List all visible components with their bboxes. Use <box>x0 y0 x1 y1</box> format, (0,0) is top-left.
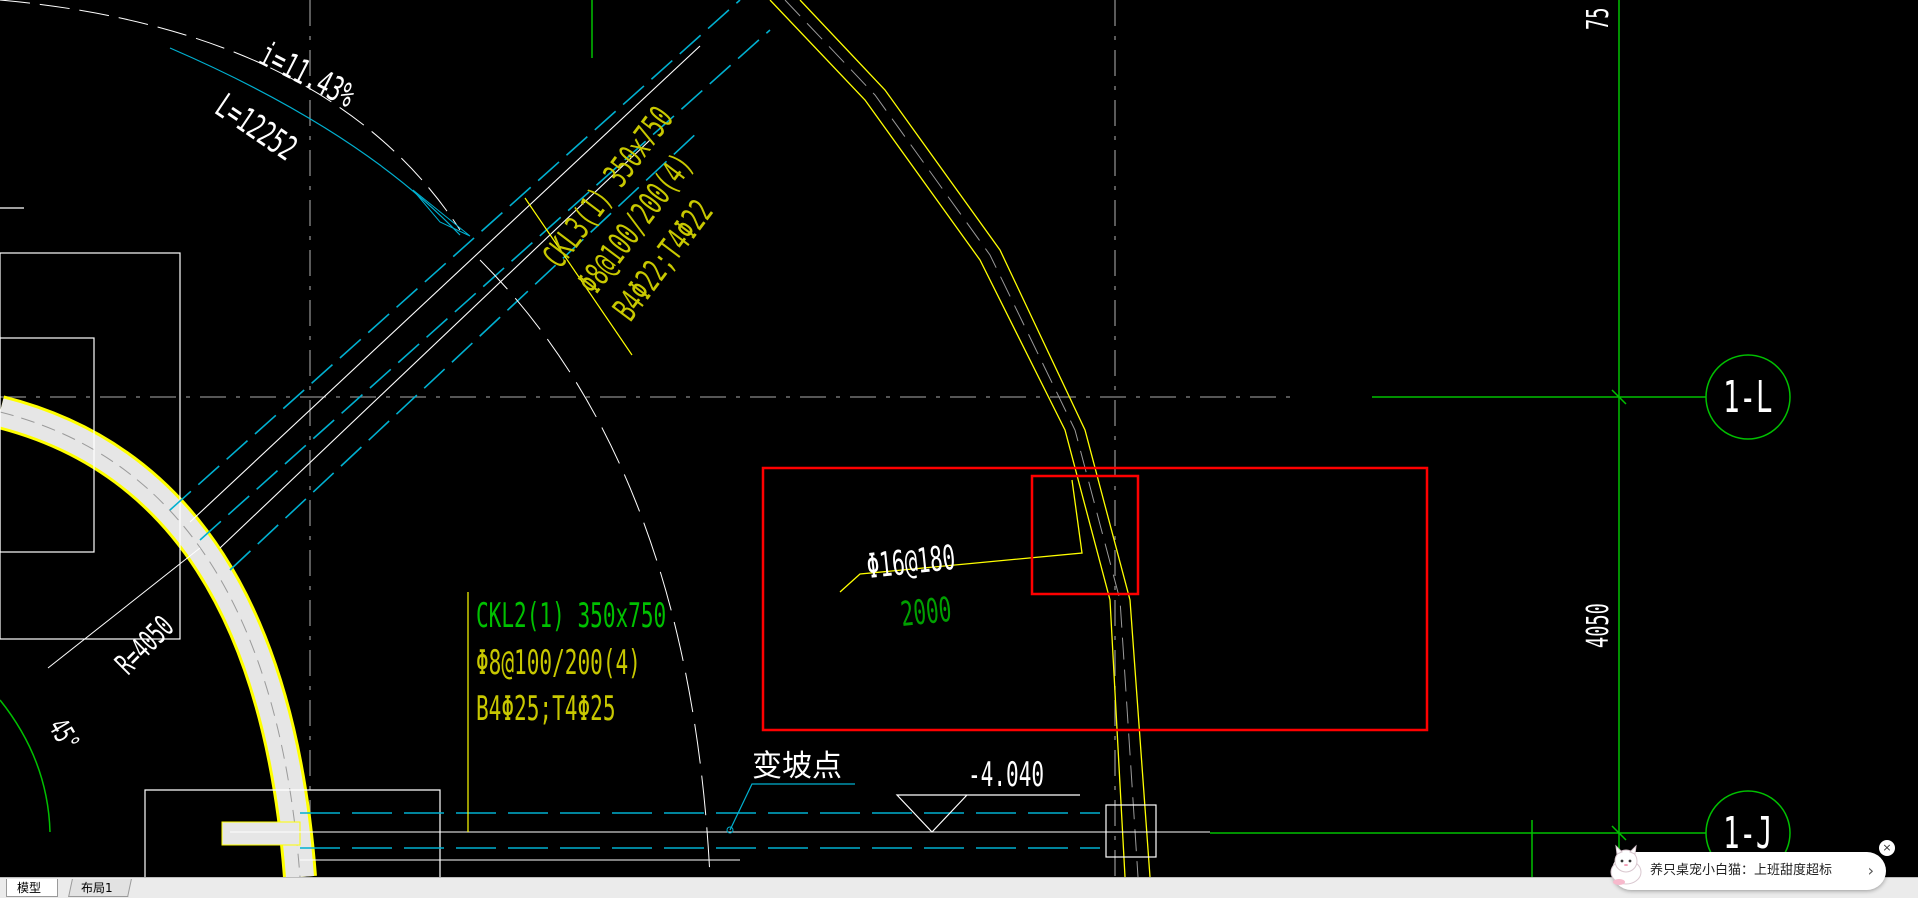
notification-text: 养只桌宠小白猫：上班甜度超标 <box>1650 863 1833 878</box>
dimension-top-text: 75 <box>1580 8 1615 30</box>
slope-text: i=11.43% <box>253 34 361 115</box>
beam2-name: CKL2(1) 350x750 <box>476 596 666 636</box>
chevron-right-icon[interactable]: › <box>1868 852 1874 890</box>
yellow-curved-beam <box>769 0 1151 877</box>
axis-label-1L: 1-L <box>1723 371 1772 423</box>
ramp-stub-shape <box>221 821 301 846</box>
notification-toast[interactable]: 养只桌宠小白猫：上班甜度超标 › <box>1610 844 1886 890</box>
tab-layout1-label: 布局1 <box>81 881 113 895</box>
radius-text: R=4050 <box>108 609 180 681</box>
slope-change-leader <box>729 783 855 831</box>
angle-text: 45° <box>42 713 86 756</box>
notification-close-button[interactable]: × <box>1879 840 1895 856</box>
rebar-length-text: 2000 <box>899 590 954 635</box>
beam2-annotation: CKL2(1) 350x750 Φ8@100/200(4) B4Φ25;T4Φ2… <box>476 596 666 729</box>
beam3-annotation: CKL3(1) 350x750 Φ8@100/200(4) B4Φ22;T4Φ2… <box>535 99 721 328</box>
elevation-text: -4.040 <box>968 755 1044 795</box>
tab-model[interactable]: 模型 <box>6 879 58 897</box>
highlight-box-large <box>761 466 1429 732</box>
cat-mascot-icon <box>1610 844 1642 885</box>
beam2-stirrup: Φ8@100/200(4) <box>476 643 641 683</box>
highlight-box-small <box>1030 474 1140 596</box>
dimension-text: 4050 <box>1580 603 1615 648</box>
angle-arc <box>0 699 51 833</box>
slope-change-text: 变坡点 <box>752 749 842 784</box>
length-text: L=12252 <box>208 86 304 169</box>
axis-lines-green <box>591 0 1706 877</box>
tab-layout1[interactable]: 布局1 <box>68 879 132 897</box>
rebar-spec-text: Φ16@180 <box>865 538 957 587</box>
bottom-beam-lines <box>230 812 1210 861</box>
axis-bubble-1L: 1-L <box>1705 354 1791 440</box>
diagonal-beam-lines <box>169 0 771 571</box>
cad-drawing-canvas[interactable]: 1-L 1-J i=11.43% L=12252 CKL3(1) 350x750… <box>0 0 1918 877</box>
beam2-bars: B4Φ25;T4Φ25 <box>476 689 616 729</box>
yellow-beam-center <box>784 0 1139 877</box>
